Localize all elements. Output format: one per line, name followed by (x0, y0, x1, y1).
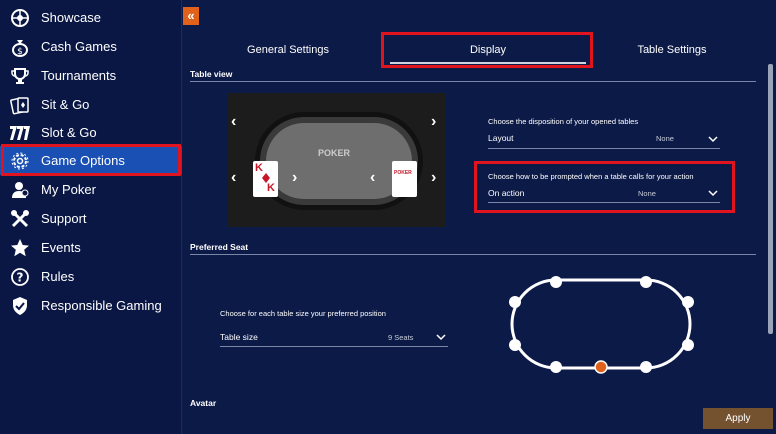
tools-icon (9, 208, 31, 230)
cards-icon (9, 94, 31, 116)
svg-text:$: $ (17, 47, 23, 57)
star-icon (9, 237, 31, 259)
poker-table-inner (266, 123, 412, 199)
section-title-preferred-seat: Preferred Seat (190, 242, 249, 252)
sidebar-item-label: Events (41, 240, 81, 255)
tab-table-settings[interactable]: Table Settings (574, 36, 770, 64)
chevron-left-icon[interactable]: ‹ (231, 169, 236, 187)
chevron-right-icon[interactable]: › (292, 169, 297, 187)
sidebar-item-slot-and-go[interactable]: Slot & Go (0, 118, 182, 147)
game-options-highlight (1, 144, 181, 176)
sidebar-item-label: Sit & Go (41, 97, 90, 112)
tab-general-settings[interactable]: General Settings (190, 36, 386, 64)
seat[interactable] (682, 296, 694, 308)
sidebar-item-rules[interactable]: ? Rules (0, 262, 182, 291)
shield-icon (9, 295, 31, 317)
seat-description: Choose for each table size your preferre… (220, 309, 386, 318)
layout-value[interactable]: None (656, 134, 674, 143)
777-icon (9, 122, 31, 144)
poker-logo: POKER (318, 148, 351, 158)
chevron-left-icon[interactable]: ‹ (231, 113, 236, 131)
sidebar-item-cash-games[interactable]: $ Cash Games (0, 32, 182, 61)
table-preview: POKER K K POKER ‹ › ‹ › ‹ › (227, 93, 446, 227)
display-tab-highlight (381, 32, 593, 68)
layout-description: Choose the disposition of your opened ta… (488, 117, 639, 126)
trophy-icon (9, 65, 31, 87)
money-bag-icon: $ (9, 36, 31, 58)
selected-seat[interactable] (594, 360, 608, 374)
main-panel: « General Settings Display Table Setting… (182, 0, 776, 434)
chevron-left-icon[interactable]: ‹ (370, 169, 375, 187)
layout-label: Layout (488, 133, 514, 143)
apply-button[interactable]: Apply (703, 408, 773, 429)
table-size-value[interactable]: 9 Seats (388, 333, 413, 342)
seat[interactable] (509, 339, 521, 351)
sidebar: Showcase $ Cash Games Tournaments Sit & … (0, 0, 182, 434)
section-title-avatar: Avatar (190, 398, 217, 408)
sidebar-item-label: My Poker (41, 182, 96, 197)
sidebar-item-events[interactable]: Events (0, 233, 182, 262)
card-logo: POKER (394, 170, 412, 176)
poker-card: POKER (392, 161, 417, 197)
svg-text:?: ? (17, 270, 24, 284)
sidebar-item-label: Rules (41, 269, 75, 284)
roulette-icon (9, 7, 31, 29)
section-divider (190, 254, 756, 255)
settings-tabs: General Settings Display Table Settings (190, 32, 770, 68)
seat[interactable] (509, 296, 521, 308)
sidebar-item-support[interactable]: Support (0, 204, 182, 233)
sidebar-item-label: Showcase (41, 10, 101, 25)
layout-underline (488, 148, 720, 149)
user-icon (9, 179, 31, 201)
sidebar-item-my-poker[interactable]: My Poker (0, 175, 182, 204)
seat[interactable] (640, 276, 652, 288)
sidebar-item-label: Support (41, 211, 87, 226)
table-size-label: Table size (220, 332, 258, 342)
sidebar-item-tournaments[interactable]: Tournaments (0, 61, 182, 90)
seat[interactable] (550, 361, 562, 373)
sidebar-item-sit-and-go[interactable]: Sit & Go (0, 90, 182, 119)
chevron-down-icon[interactable] (436, 332, 446, 342)
on-action-highlight (474, 161, 735, 213)
sidebar-item-label: Tournaments (41, 68, 117, 83)
seat[interactable] (550, 276, 562, 288)
vertical-scrollbar[interactable] (768, 64, 773, 334)
seat[interactable] (682, 339, 694, 351)
sidebar-item-label: Cash Games (41, 39, 117, 54)
chevron-down-icon[interactable] (708, 134, 718, 144)
table-size-underline (220, 346, 448, 347)
chevron-right-icon[interactable]: › (431, 169, 436, 187)
section-title-table-view: Table view (190, 69, 233, 79)
chevron-right-icon[interactable]: › (431, 113, 436, 131)
collapse-sidebar-button[interactable]: « (183, 7, 199, 25)
seat[interactable] (640, 361, 652, 373)
seat-diagram (509, 276, 694, 374)
sidebar-item-label: Slot & Go (41, 125, 97, 140)
section-divider (190, 81, 756, 82)
sidebar-item-label: Responsible Gaming (41, 298, 162, 313)
king-card: K K (253, 161, 278, 197)
sidebar-item-responsible-gaming[interactable]: Responsible Gaming (0, 291, 182, 320)
question-icon: ? (9, 266, 31, 288)
sidebar-item-showcase[interactable]: Showcase (0, 3, 182, 32)
